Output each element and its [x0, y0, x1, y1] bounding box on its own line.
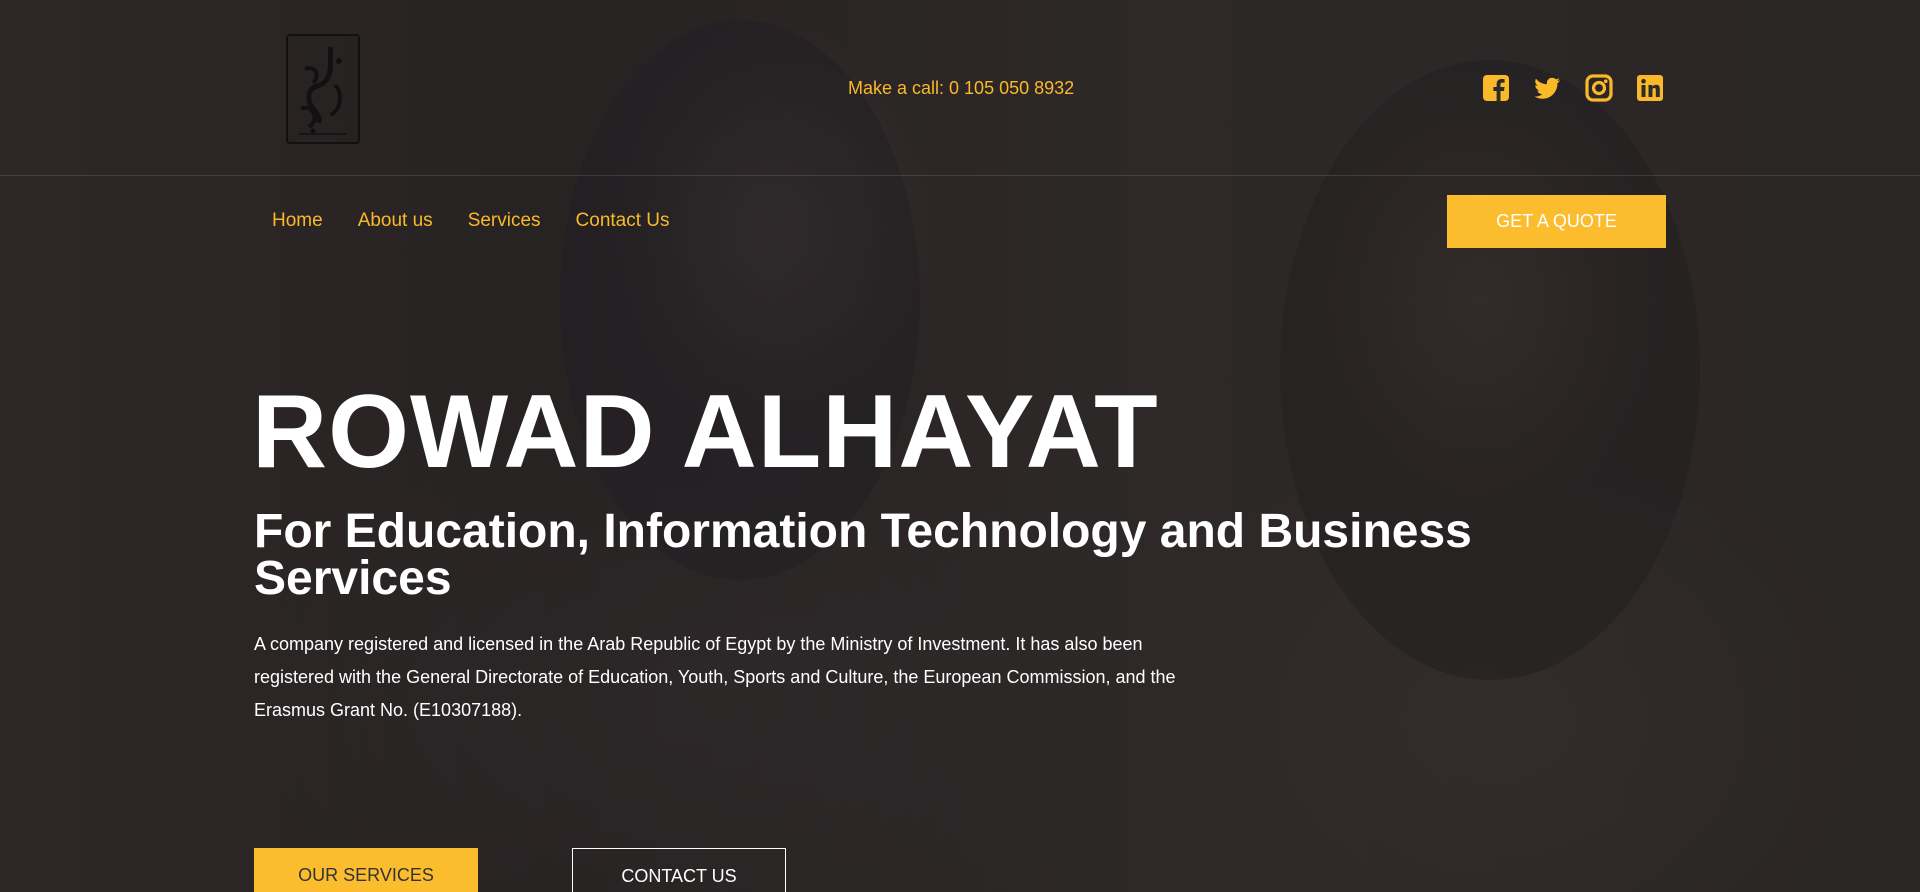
linkedin-icon[interactable]: [1636, 74, 1664, 102]
hero-subtitle: For Education, Information Technology an…: [254, 505, 1472, 605]
nav-contact-us[interactable]: Contact Us: [576, 210, 670, 232]
logo[interactable]: [286, 34, 360, 144]
top-bar: Make a call: 0 105 050 8932: [0, 0, 1920, 176]
rowad-alhayat-calligraphy-logo-icon: [299, 46, 347, 135]
hero-description: A company registered and licensed in the…: [254, 634, 1176, 720]
instagram-icon[interactable]: [1585, 74, 1613, 102]
facebook-icon[interactable]: [1482, 74, 1510, 102]
get-a-quote-button[interactable]: GET A QUOTE: [1447, 195, 1666, 248]
nav-services[interactable]: Services: [468, 210, 541, 232]
contact-us-button[interactable]: CONTACT US: [572, 848, 786, 892]
our-services-button[interactable]: OUR SERVICES: [254, 848, 478, 892]
hero-title: ROWAD ALHAYAT: [252, 374, 1159, 490]
phone-number[interactable]: Make a call: 0 105 050 8932: [848, 78, 1074, 99]
main-nav: Home About us Services Contact Us: [272, 210, 670, 232]
twitter-icon[interactable]: [1532, 74, 1560, 102]
nav-home[interactable]: Home: [272, 210, 323, 232]
nav-about-us[interactable]: About us: [358, 210, 433, 232]
